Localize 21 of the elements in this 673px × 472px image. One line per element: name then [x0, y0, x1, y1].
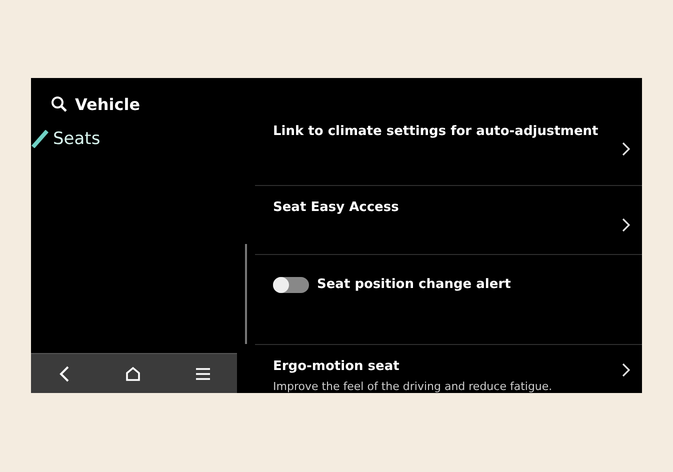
- selection-mark-icon: [31, 130, 49, 148]
- page-title: Vehicle: [75, 94, 140, 114]
- setting-description: Improve the feel of the driving and reduce fatigue.: [273, 380, 554, 393]
- settings-row[interactable]: Seat position change alert: [255, 255, 642, 345]
- chevron-right-icon: [622, 218, 630, 232]
- chevron-left-icon: [58, 366, 70, 382]
- setting-title: Link to climate settings for auto-adjustment: [273, 124, 600, 139]
- setting-title: Seat Easy Access: [273, 200, 400, 215]
- setting-title: Ergo-motion seat: [273, 359, 400, 374]
- settings-row[interactable]: Link to climate settings for auto-adjustment: [255, 110, 642, 186]
- setting-title: Seat position change alert: [317, 277, 512, 292]
- chevron-right-icon: [622, 363, 630, 377]
- home-icon: [124, 366, 141, 381]
- toggle-switch[interactable]: [273, 277, 309, 293]
- sidebar-item[interactable]: Seats: [31, 120, 237, 158]
- search-icon[interactable]: [51, 96, 67, 112]
- menu-icon: [196, 368, 210, 380]
- scrollbar[interactable]: [245, 244, 247, 344]
- settings-row[interactable]: Seat Easy Access: [255, 186, 642, 255]
- chevron-right-icon: [622, 142, 630, 156]
- settings-row[interactable]: Ergo-motion seat Improve the feel of the driving and reduce fatigue.: [255, 345, 642, 393]
